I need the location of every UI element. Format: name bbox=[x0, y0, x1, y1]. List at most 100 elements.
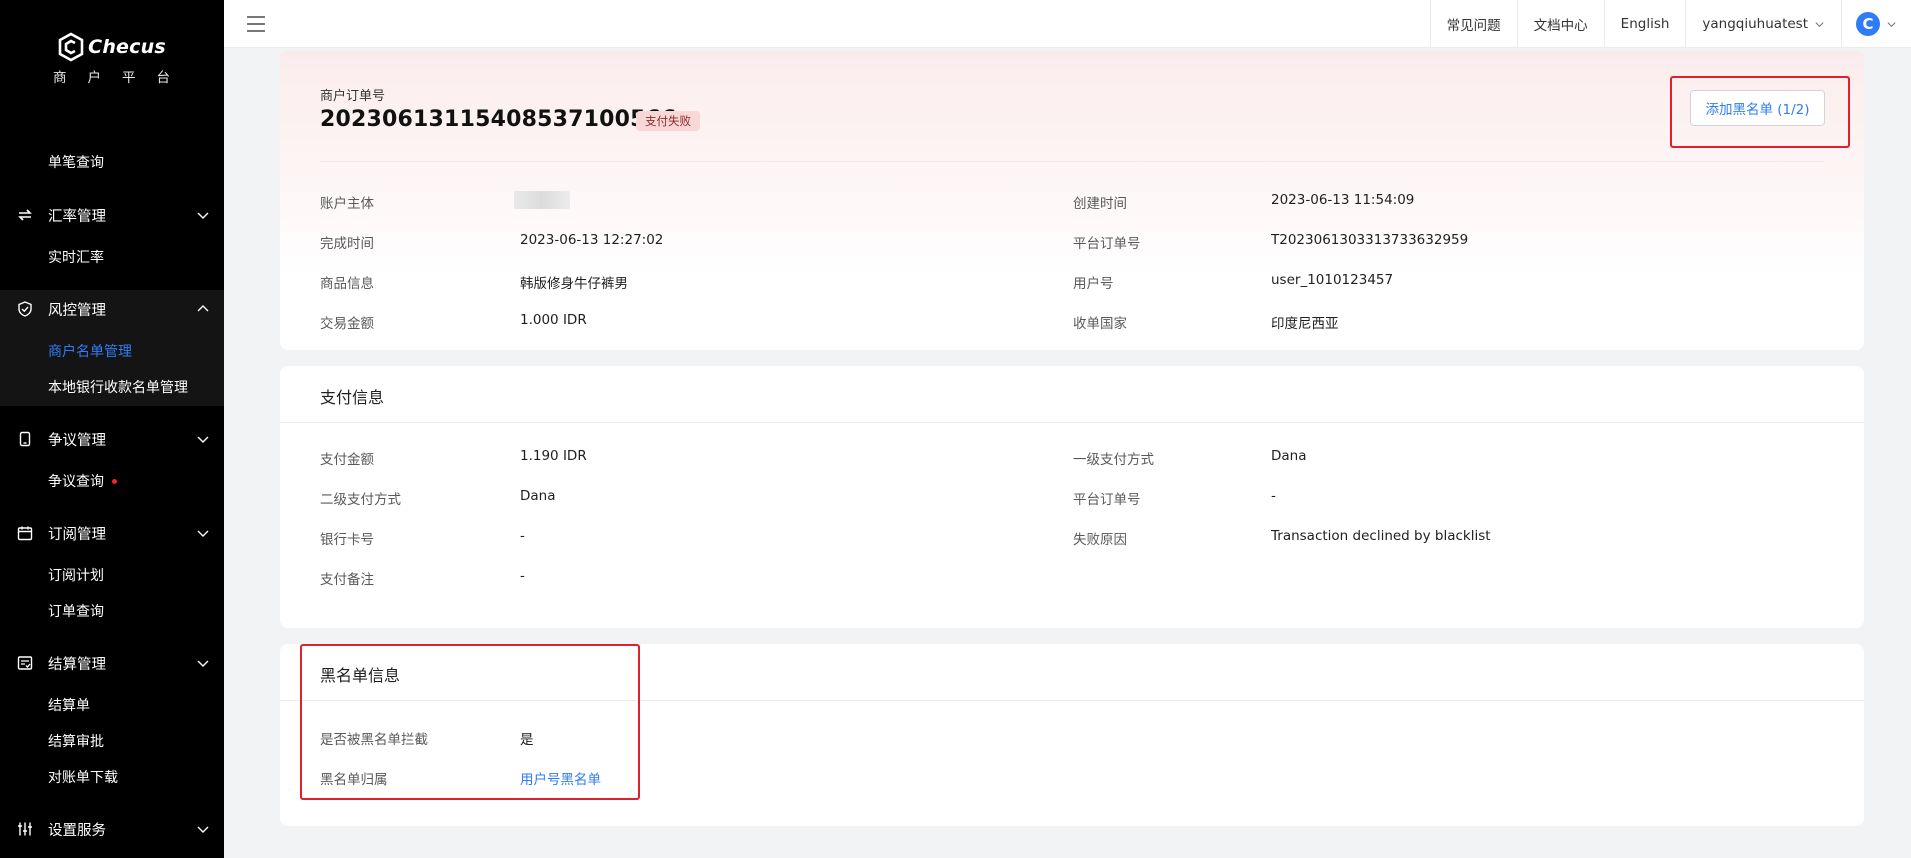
sidebar-item-label: 商户名单管理 bbox=[48, 344, 132, 360]
divider bbox=[320, 161, 1824, 162]
sidebar-group-subscription[interactable]: 订阅管理 bbox=[0, 515, 224, 551]
sidebar-group-risk-control[interactable]: 风控管理 bbox=[0, 291, 224, 327]
sidebar-group-label: 结算管理 bbox=[48, 656, 106, 673]
order-detail-card: 商户订单号 20230613115408537100566 支付失败 添加黑名单… bbox=[280, 50, 1864, 350]
brand-name: Checus bbox=[88, 36, 166, 58]
completed-time-label: 完成时间 bbox=[320, 236, 374, 252]
method2-label: 二级支付方式 bbox=[320, 492, 401, 508]
docs-label: 文档中心 bbox=[1533, 18, 1588, 34]
remark-label: 支付备注 bbox=[320, 572, 374, 588]
chevron-down-icon bbox=[197, 660, 209, 667]
sidebar: Checus 商户平台 单笔查询 汇率管理 实时汇率 风控管理 商户名单管理 本… bbox=[0, 0, 224, 858]
sidebar-group-dispute[interactable]: 争议管理 bbox=[0, 421, 224, 457]
sidebar-item-label: 实时汇率 bbox=[48, 250, 104, 266]
user-menu[interactable]: yangqiuhuatest bbox=[1685, 0, 1841, 48]
sidebar-item-statement-download[interactable]: 对账单下载 bbox=[0, 760, 224, 794]
created-time-label: 创建时间 bbox=[1073, 196, 1127, 212]
sidebar-group-label: 汇率管理 bbox=[48, 208, 106, 225]
top-header: 常见问题 文档中心 English yangqiuhuatest C bbox=[224, 0, 1911, 48]
payment-platform-order-value: - bbox=[1271, 488, 1276, 504]
divider bbox=[280, 422, 1864, 423]
account-subject-label: 账户主体 bbox=[320, 196, 374, 212]
username: yangqiuhuatest bbox=[1702, 16, 1808, 32]
fail-reason-value: Transaction declined by blacklist bbox=[1271, 528, 1491, 544]
language-label: English bbox=[1620, 16, 1670, 32]
exchange-icon bbox=[16, 206, 34, 224]
phone-icon bbox=[16, 430, 34, 448]
bank-card-value: - bbox=[520, 528, 525, 544]
sidebar-item-label: 结算单 bbox=[48, 698, 90, 714]
sidebar-group-label: 风控管理 bbox=[48, 302, 106, 319]
payment-platform-order-label: 平台订单号 bbox=[1073, 492, 1141, 508]
created-time-value: 2023-06-13 11:54:09 bbox=[1271, 192, 1415, 208]
fail-reason-label: 失败原因 bbox=[1073, 532, 1127, 548]
brand-logo[interactable]: Checus 商户平台 bbox=[0, 32, 224, 86]
chevron-down-icon bbox=[197, 212, 209, 219]
docs-link[interactable]: 文档中心 bbox=[1516, 0, 1604, 48]
amount-label: 交易金额 bbox=[320, 316, 374, 332]
sidebar-item-realtime-rate[interactable]: 实时汇率 bbox=[0, 240, 224, 274]
sidebar-item-label: 单笔查询 bbox=[48, 155, 104, 171]
sidebar-item-local-bank-list[interactable]: 本地银行收款名单管理 bbox=[0, 370, 224, 404]
method1-label: 一级支付方式 bbox=[1073, 452, 1154, 468]
sidebar-item-merchant-list[interactable]: 商户名单管理 bbox=[0, 334, 224, 368]
sidebar-group-label: 争议管理 bbox=[48, 432, 106, 449]
sidebar-group-label: 订阅管理 bbox=[48, 526, 106, 543]
sliders-icon bbox=[16, 820, 34, 838]
sidebar-item-label: 争议查询 bbox=[48, 474, 104, 490]
sidebar-item-order-query[interactable]: 订单查询 bbox=[0, 594, 224, 628]
amount-value: 1.000 IDR bbox=[520, 312, 587, 328]
method2-value: Dana bbox=[520, 488, 556, 504]
sidebar-item-settlement-bill[interactable]: 结算单 bbox=[0, 688, 224, 722]
add-blacklist-button[interactable]: 添加黑名单 (1/2) bbox=[1690, 90, 1825, 126]
checus-logo-icon bbox=[58, 32, 84, 62]
payment-section-title: 支付信息 bbox=[320, 388, 385, 407]
avatar: C bbox=[1856, 12, 1880, 36]
sidebar-item-label: 对账单下载 bbox=[48, 770, 118, 786]
sidebar-item-label: 本地银行收款名单管理 bbox=[48, 380, 188, 396]
faq-label: 常见问题 bbox=[1446, 18, 1501, 34]
user-id-label: 用户号 bbox=[1073, 276, 1114, 292]
bank-card-label: 银行卡号 bbox=[320, 532, 374, 548]
platform-order-value: T2023061303313733632959 bbox=[1271, 232, 1469, 248]
faq-link[interactable]: 常见问题 bbox=[1429, 0, 1517, 48]
chevron-down-icon bbox=[1887, 21, 1896, 27]
sidebar-item-dispute-query[interactable]: 争议查询 bbox=[0, 464, 224, 498]
account-menu[interactable]: C bbox=[1841, 0, 1911, 48]
sidebar-item-label: 订阅计划 bbox=[48, 568, 104, 584]
chevron-down-icon bbox=[197, 436, 209, 443]
masked-account-subject bbox=[514, 191, 570, 209]
sidebar-group-exchange-rate[interactable]: 汇率管理 bbox=[0, 197, 224, 233]
country-value: 印度尼西亚 bbox=[1271, 316, 1339, 332]
calendar-icon bbox=[16, 524, 34, 542]
user-id-value: user_1010123457 bbox=[1271, 272, 1394, 288]
sidebar-group-settings[interactable]: 设置服务 bbox=[0, 811, 224, 847]
shield-icon bbox=[16, 300, 34, 318]
checklist-icon bbox=[16, 654, 34, 672]
highlight-box bbox=[300, 644, 640, 800]
remark-value: - bbox=[520, 568, 525, 584]
method1-value: Dana bbox=[1271, 448, 1307, 464]
notification-dot bbox=[112, 478, 117, 484]
chevron-down-icon bbox=[1815, 21, 1824, 27]
sidebar-item-subscription-plan[interactable]: 订阅计划 bbox=[0, 558, 224, 592]
completed-time-value: 2023-06-13 12:27:02 bbox=[520, 232, 664, 248]
product-label: 商品信息 bbox=[320, 276, 374, 292]
country-label: 收单国家 bbox=[1073, 316, 1127, 332]
sidebar-group-settlement[interactable]: 结算管理 bbox=[0, 645, 224, 681]
pay-amount-value: 1.190 IDR bbox=[520, 448, 587, 464]
sidebar-item-single-query[interactable]: 单笔查询 bbox=[0, 145, 224, 179]
sidebar-group-label: 设置服务 bbox=[48, 822, 106, 839]
sidebar-item-label: 订单查询 bbox=[48, 604, 104, 620]
language-switch[interactable]: English bbox=[1603, 0, 1686, 48]
order-number-label: 商户订单号 bbox=[320, 89, 386, 104]
sidebar-item-label: 结算审批 bbox=[48, 734, 104, 750]
order-number: 20230613115408537100566 bbox=[320, 107, 677, 132]
brand-subtitle: 商户平台 bbox=[53, 70, 191, 86]
sidebar-item-settlement-approval[interactable]: 结算审批 bbox=[0, 724, 224, 758]
chevron-down-icon bbox=[197, 826, 209, 833]
payment-info-card: 支付信息 支付金额 1.190 IDR 一级支付方式 Dana 二级支付方式 D… bbox=[280, 366, 1864, 628]
menu-toggle-icon[interactable] bbox=[246, 15, 266, 33]
pay-amount-label: 支付金额 bbox=[320, 452, 374, 468]
product-value: 韩版修身牛仔裤男 bbox=[520, 276, 628, 292]
